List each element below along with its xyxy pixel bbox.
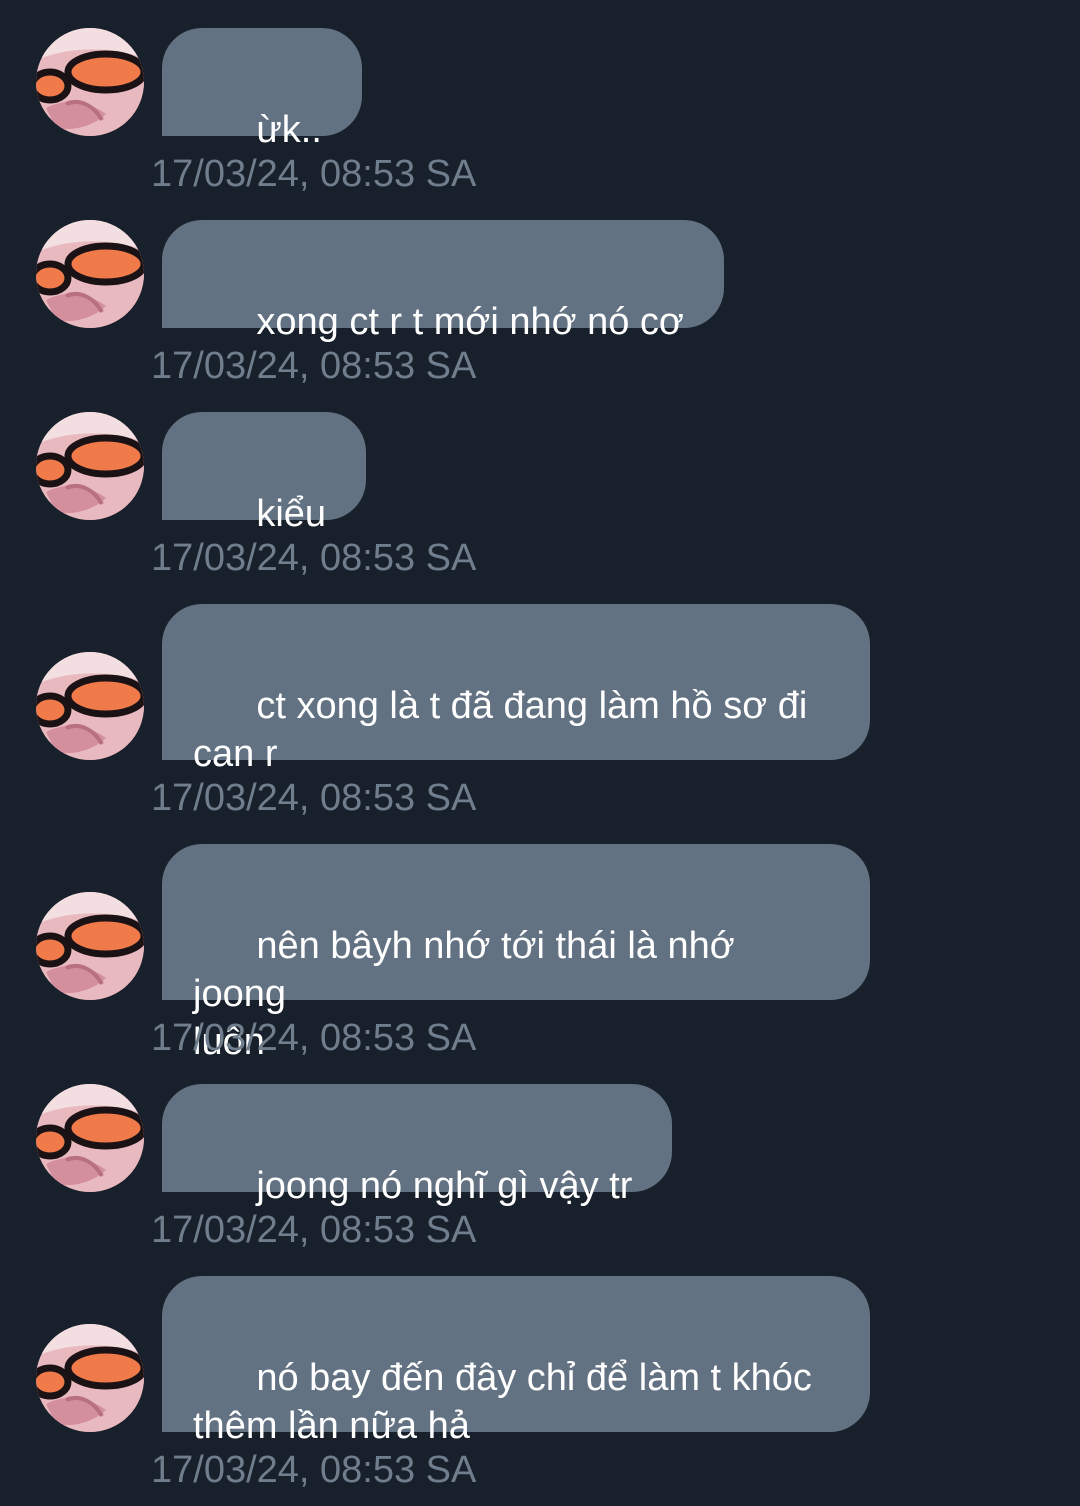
chat-message-list[interactable]: ừk.. 17/03/24, 08:53 SA xong ct r t mới …: [0, 0, 1080, 1506]
avatar-sunglasses-icon: [36, 1324, 144, 1432]
avatar[interactable]: [36, 892, 144, 1000]
message-text: ct xong là t đã đang làm hồ sơ đi can r: [193, 685, 808, 775]
message-timestamp: 17/03/24, 08:53 SA: [151, 153, 477, 195]
message-timestamp: 17/03/24, 08:53 SA: [151, 1449, 477, 1491]
message-bubble[interactable]: joong nó nghĩ gì vậy tr: [162, 1084, 673, 1207]
avatar[interactable]: [36, 652, 144, 760]
message-timestamp: 17/03/24, 08:53 SA: [151, 777, 477, 819]
avatar[interactable]: [36, 220, 144, 328]
message-text: nó bay đến đây chỉ để làm t khóc thêm lầ…: [193, 1357, 812, 1447]
avatar[interactable]: [36, 1084, 144, 1192]
avatar-sunglasses-icon: [36, 28, 144, 136]
message-bubble[interactable]: ừk..: [162, 28, 362, 151]
message-text: ừk..: [256, 109, 322, 151]
message-bubble[interactable]: ct xong là t đã đang làm hồ sơ đi can r: [162, 604, 870, 775]
message-bubble[interactable]: nên bâyh nhớ tới thái là nhớ joong luôn: [162, 844, 870, 1063]
avatar-sunglasses-icon: [36, 892, 144, 1000]
avatar-sunglasses-icon: [36, 652, 144, 760]
message-text: xong ct r t mới nhớ nó cơ: [256, 301, 684, 343]
message-timestamp: 17/03/24, 08:53 SA: [151, 537, 477, 579]
message-timestamp: 17/03/24, 08:53 SA: [151, 1209, 477, 1251]
avatar[interactable]: [36, 1324, 144, 1432]
avatar-sunglasses-icon: [36, 412, 144, 520]
message-bubble[interactable]: nó bay đến đây chỉ để làm t khóc thêm lầ…: [162, 1276, 870, 1447]
avatar-sunglasses-icon: [36, 1084, 144, 1192]
message-text: joong nó nghĩ gì vậy tr: [256, 1165, 633, 1207]
message-bubble[interactable]: kiểu: [162, 412, 367, 535]
message-timestamp: 17/03/24, 08:53 SA: [151, 1017, 477, 1059]
avatar[interactable]: [36, 28, 144, 136]
avatar-sunglasses-icon: [36, 220, 144, 328]
message-bubble[interactable]: xong ct r t mới nhớ nó cơ: [162, 220, 724, 343]
message-text: kiểu: [256, 493, 327, 535]
message-timestamp: 17/03/24, 08:53 SA: [151, 345, 477, 387]
avatar[interactable]: [36, 412, 144, 520]
